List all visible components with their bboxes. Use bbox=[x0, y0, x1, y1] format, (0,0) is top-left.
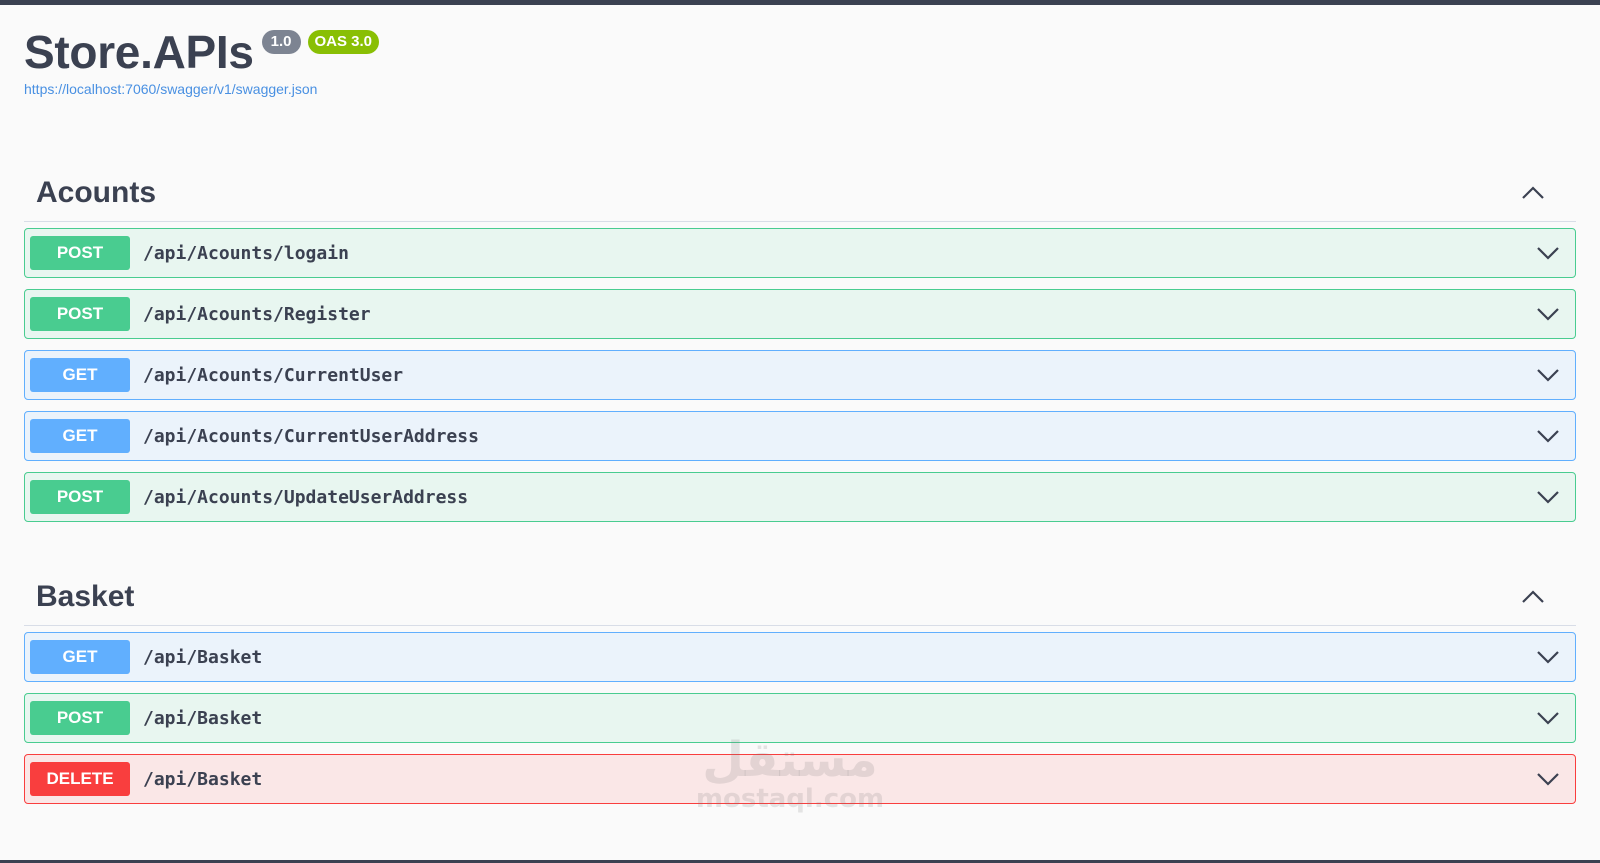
section-acounts: Acounts POST /api/Acounts/logain POST /a… bbox=[24, 164, 1576, 533]
operation-path: /api/Acounts/CurrentUser bbox=[143, 364, 404, 386]
operation-post-updateuseraddress[interactable]: POST /api/Acounts/UpdateUserAddress bbox=[24, 472, 1576, 522]
method-badge: POST bbox=[30, 236, 130, 270]
spec-url-link[interactable]: https://localhost:7060/swagger/v1/swagge… bbox=[24, 81, 379, 97]
version-badge: 1.0 bbox=[261, 30, 301, 54]
title-row: Store.APIs 1.0 OAS 3.0 bbox=[24, 26, 380, 79]
chevron-down-icon[interactable] bbox=[1535, 362, 1561, 388]
operation-delete-basket[interactable]: DELETE /api/Basket bbox=[24, 754, 1576, 804]
operation-path: /api/Acounts/UpdateUserAddress bbox=[143, 486, 469, 508]
chevron-down-icon[interactable] bbox=[1535, 301, 1561, 327]
operation-path: /api/Basket bbox=[143, 768, 263, 790]
operation-post-basket[interactable]: POST /api/Basket bbox=[24, 693, 1576, 743]
operation-path: /api/Acounts/Register bbox=[143, 303, 371, 325]
section-header-acounts[interactable]: Acounts bbox=[24, 164, 1576, 222]
method-badge: DELETE bbox=[30, 762, 130, 796]
chevron-down-icon[interactable] bbox=[1535, 705, 1561, 731]
method-badge: GET bbox=[30, 640, 130, 674]
chevron-up-icon[interactable] bbox=[1520, 180, 1546, 206]
oas-badge: OAS 3.0 bbox=[307, 30, 380, 54]
operation-path: /api/Acounts/CurrentUserAddress bbox=[143, 425, 479, 447]
operation-path: /api/Basket bbox=[143, 646, 263, 668]
chevron-down-icon[interactable] bbox=[1535, 644, 1561, 670]
operation-get-basket[interactable]: GET /api/Basket bbox=[24, 632, 1576, 682]
method-badge: POST bbox=[30, 480, 130, 514]
chevron-down-icon[interactable] bbox=[1535, 240, 1561, 266]
operation-post-register[interactable]: POST /api/Acounts/Register bbox=[24, 289, 1576, 339]
method-badge: POST bbox=[30, 297, 130, 331]
section-header-basket[interactable]: Basket bbox=[24, 568, 1576, 626]
api-info: Store.APIs 1.0 OAS 3.0 https://localhost… bbox=[24, 26, 380, 97]
top-bar bbox=[0, 0, 1600, 5]
method-badge: POST bbox=[30, 701, 130, 735]
section-basket: Basket GET /api/Basket POST /api/Basket … bbox=[24, 568, 1576, 815]
operation-path: /api/Acounts/logain bbox=[143, 242, 349, 264]
operation-get-currentuser[interactable]: GET /api/Acounts/CurrentUser bbox=[24, 350, 1576, 400]
chevron-up-icon[interactable] bbox=[1520, 584, 1546, 610]
operation-get-currentuseraddress[interactable]: GET /api/Acounts/CurrentUserAddress bbox=[24, 411, 1576, 461]
api-title: Store.APIs bbox=[24, 26, 254, 78]
section-title: Basket bbox=[36, 579, 135, 613]
chevron-down-icon[interactable] bbox=[1535, 484, 1561, 510]
section-title: Acounts bbox=[36, 175, 156, 209]
method-badge: GET bbox=[30, 358, 130, 392]
chevron-down-icon[interactable] bbox=[1535, 423, 1561, 449]
method-badge: GET bbox=[30, 419, 130, 453]
operation-path: /api/Basket bbox=[143, 707, 263, 729]
operation-post-logain[interactable]: POST /api/Acounts/logain bbox=[24, 228, 1576, 278]
chevron-down-icon[interactable] bbox=[1535, 766, 1561, 792]
